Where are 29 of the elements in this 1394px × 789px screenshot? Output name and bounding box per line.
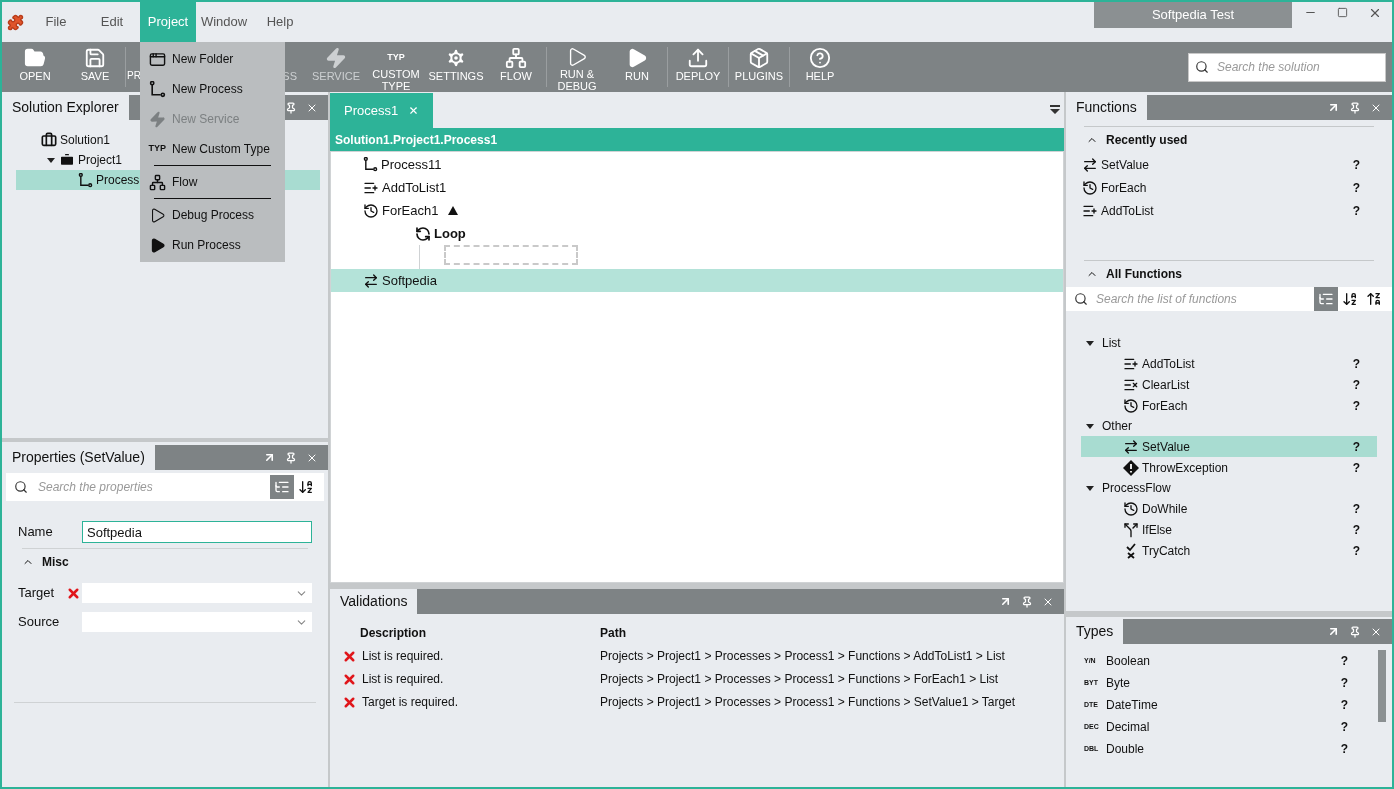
group-label: Other: [1102, 418, 1132, 435]
table-cell-text: List is required.: [362, 648, 444, 665]
breadcrumb-bar: Solution1.Project1.Process1: [330, 128, 1064, 151]
type-abbreviation: TYP: [148, 142, 166, 156]
column-header: Description: [359, 625, 427, 642]
table-cell-text: Projects > Project1 > Processes > Process1 > Functions > SetValue1 > Target: [600, 694, 1017, 711]
tree-label: Project1: [78, 152, 123, 169]
node-label: AddToList1: [382, 178, 447, 197]
field-label: Source: [18, 613, 61, 632]
tree-label: Process: [96, 172, 140, 189]
column-header: Path: [600, 625, 627, 642]
node-label: ForEach1: [382, 201, 439, 220]
tree-label: Solution1: [60, 132, 111, 149]
group-label: List: [1102, 335, 1121, 352]
field-label: Target: [18, 584, 56, 603]
section-title: Recently used: [1106, 132, 1188, 149]
type-abbreviation: TYP: [387, 51, 405, 64]
node-label: Loop: [434, 224, 466, 243]
group-label: ProcessFlow: [1102, 480, 1171, 497]
table-cell-text: Projects > Project1 > Processes > Process1 > Functions > ForEach1 > List: [600, 671, 1000, 688]
section-title: All Functions: [1106, 266, 1182, 283]
node-label: Softpedia: [382, 271, 437, 290]
node-label: Process11: [381, 155, 442, 174]
table-cell-text: Target is required.: [362, 694, 459, 711]
table-cell-text: Projects > Project1 > Processes > Process1 > Functions > AddToList1 > List: [600, 648, 1006, 665]
field-label: Name: [18, 523, 54, 542]
table-cell-text: List is required.: [362, 671, 444, 688]
window-title: Softpedia Test: [1094, 2, 1292, 28]
section-title: Misc: [42, 554, 69, 571]
